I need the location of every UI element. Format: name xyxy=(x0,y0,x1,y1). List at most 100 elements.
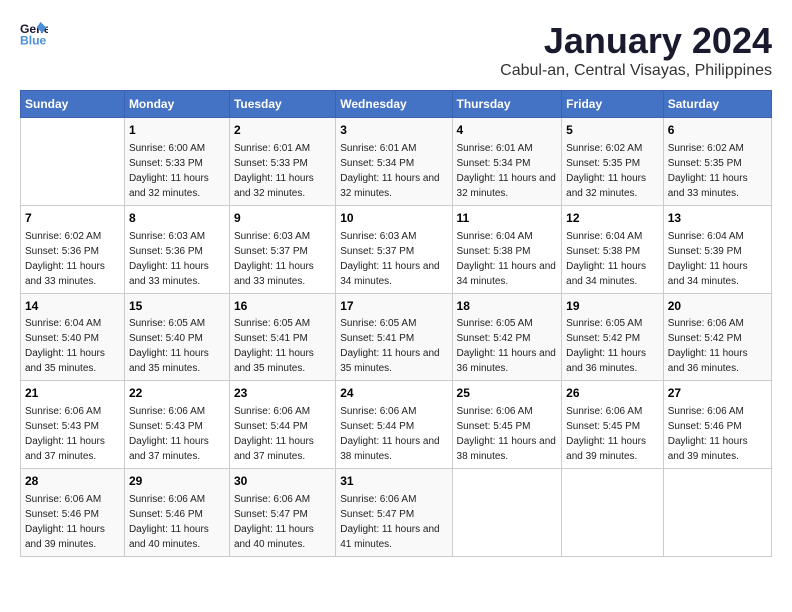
page-header: General Blue January 2024 Cabul-an, Cent… xyxy=(20,20,772,80)
day-number: 19 xyxy=(566,298,659,315)
sunset-time: Sunset: 5:44 PM xyxy=(234,419,331,434)
daylight-hours: Daylight: 11 hours and 36 minutes. xyxy=(668,346,767,376)
sunrise-time: Sunrise: 6:05 AM xyxy=(129,316,225,331)
page-title: January 2024 xyxy=(500,20,772,62)
sunset-time: Sunset: 5:46 PM xyxy=(25,507,120,522)
sunrise-time: Sunrise: 6:02 AM xyxy=(25,229,120,244)
calendar-day-cell: 18Sunrise: 6:05 AMSunset: 5:42 PMDayligh… xyxy=(452,293,562,381)
calendar-day-cell: 14Sunrise: 6:04 AMSunset: 5:40 PMDayligh… xyxy=(21,293,125,381)
day-info: Sunrise: 6:06 AMSunset: 5:46 PMDaylight:… xyxy=(25,492,120,552)
daylight-hours: Daylight: 11 hours and 33 minutes. xyxy=(25,259,120,289)
calendar-day-cell: 12 Sunrise: 6:04 AMSunset: 5:38 PMDayligh… xyxy=(562,205,664,293)
calendar-day-cell: 21 Sunrise: 6:06 AMSunset: 5:43 PMDayligh… xyxy=(21,381,125,469)
daylight-hours: Daylight: 11 hours and 39 minutes. xyxy=(566,434,659,464)
sunrise-time: Sunrise: 6:03 AM xyxy=(340,229,447,244)
day-number: 12 xyxy=(566,210,659,227)
day-info: Sunrise: 6:04 AMSunset: 5:38 PMDaylight:… xyxy=(566,229,659,289)
header-saturday: Saturday xyxy=(663,91,771,118)
day-info: Sunrise: 6:01 AMSunset: 5:33 PMDaylight:… xyxy=(234,141,331,201)
calendar-week-row: 21Sunrise: 6:06 AMSunset: 5:43 PMDayligh… xyxy=(21,381,772,469)
day-info: Sunrise: 6:01 AMSunset: 5:34 PMDaylight:… xyxy=(457,141,558,201)
sunset-time: Sunset: 5:37 PM xyxy=(340,244,447,259)
day-info: Sunrise: 6:02 AMSunset: 5:35 PMDaylight:… xyxy=(668,141,767,201)
calendar-day-cell: 1Sunrise: 6:00 AMSunset: 5:33 PMDaylight… xyxy=(124,118,229,206)
sunset-time: Sunset: 5:43 PM xyxy=(129,419,225,434)
day-info: Sunrise: 6:03 AMSunset: 5:37 PMDaylight:… xyxy=(234,229,331,289)
day-info: Sunrise: 6:02 AMSunset: 5:35 PMDaylight:… xyxy=(566,141,659,201)
sunrise-time: Sunrise: 6:04 AM xyxy=(457,229,558,244)
sunset-time: Sunset: 5:47 PM xyxy=(340,507,447,522)
sunrise-time: Sunrise: 6:02 AM xyxy=(668,141,767,156)
calendar-day-cell: 19Sunrise: 6:05 AMSunset: 5:42 PMDayligh… xyxy=(562,293,664,381)
day-number: 9 xyxy=(234,210,331,227)
day-info: Sunrise: 6:06 AMSunset: 5:43 PMDaylight:… xyxy=(25,404,120,464)
sunset-time: Sunset: 5:35 PM xyxy=(566,156,659,171)
day-number: 30 xyxy=(234,473,331,490)
sunset-time: Sunset: 5:39 PM xyxy=(668,244,767,259)
day-info: Sunrise: 6:06 AMSunset: 5:45 PMDaylight:… xyxy=(566,404,659,464)
day-number: 11 xyxy=(457,210,558,227)
day-number: 24 xyxy=(340,385,447,402)
sunset-time: Sunset: 5:41 PM xyxy=(340,331,447,346)
sunrise-time: Sunrise: 6:06 AM xyxy=(129,492,225,507)
day-number: 3 xyxy=(340,122,447,139)
calendar-day-cell xyxy=(452,469,562,557)
daylight-hours: Daylight: 11 hours and 37 minutes. xyxy=(234,434,331,464)
calendar-day-cell: 5Sunrise: 6:02 AMSunset: 5:35 PMDaylight… xyxy=(562,118,664,206)
sunrise-time: Sunrise: 6:06 AM xyxy=(25,404,120,419)
sunset-time: Sunset: 5:35 PM xyxy=(668,156,767,171)
sunset-time: Sunset: 5:47 PM xyxy=(234,507,331,522)
sunset-time: Sunset: 5:45 PM xyxy=(566,419,659,434)
calendar-day-cell: 30 Sunrise: 6:06 AMSunset: 5:47 PMDayligh… xyxy=(229,469,335,557)
sunrise-time: Sunrise: 6:03 AM xyxy=(129,229,225,244)
sunset-time: Sunset: 5:46 PM xyxy=(668,419,767,434)
header-sunday: Sunday xyxy=(21,91,125,118)
sunrise-time: Sunrise: 6:06 AM xyxy=(668,404,767,419)
calendar-day-cell: 16Sunrise: 6:05 AMSunset: 5:41 PMDayligh… xyxy=(229,293,335,381)
calendar-week-row: 14Sunrise: 6:04 AMSunset: 5:40 PMDayligh… xyxy=(21,293,772,381)
sunrise-time: Sunrise: 6:06 AM xyxy=(668,316,767,331)
day-info: Sunrise: 6:06 AMSunset: 5:47 PMDaylight:… xyxy=(234,492,331,552)
calendar-day-cell: 26Sunrise: 6:06 AMSunset: 5:45 PMDayligh… xyxy=(562,381,664,469)
sunset-time: Sunset: 5:33 PM xyxy=(234,156,331,171)
daylight-hours: Daylight: 11 hours and 32 minutes. xyxy=(457,171,558,201)
daylight-hours: Daylight: 11 hours and 32 minutes. xyxy=(566,171,659,201)
header-tuesday: Tuesday xyxy=(229,91,335,118)
daylight-hours: Daylight: 11 hours and 39 minutes. xyxy=(668,434,767,464)
day-number: 10 xyxy=(340,210,447,227)
calendar-day-cell: 13Sunrise: 6:04 AMSunset: 5:39 PMDayligh… xyxy=(663,205,771,293)
day-info: Sunrise: 6:04 AMSunset: 5:39 PMDaylight:… xyxy=(668,229,767,289)
header-monday: Monday xyxy=(124,91,229,118)
logo-icon: General Blue xyxy=(20,20,48,48)
day-info: Sunrise: 6:01 AMSunset: 5:34 PMDaylight:… xyxy=(340,141,447,201)
days-header-row: SundayMondayTuesdayWednesdayThursdayFrid… xyxy=(21,91,772,118)
day-number: 25 xyxy=(457,385,558,402)
day-info: Sunrise: 6:05 AMSunset: 5:40 PMDaylight:… xyxy=(129,316,225,376)
calendar-day-cell: 24Sunrise: 6:06 AMSunset: 5:44 PMDayligh… xyxy=(336,381,452,469)
day-info: Sunrise: 6:03 AMSunset: 5:37 PMDaylight:… xyxy=(340,229,447,289)
day-info: Sunrise: 6:06 AMSunset: 5:46 PMDaylight:… xyxy=(129,492,225,552)
day-number: 8 xyxy=(129,210,225,227)
daylight-hours: Daylight: 11 hours and 34 minutes. xyxy=(566,259,659,289)
sunrise-time: Sunrise: 6:03 AM xyxy=(234,229,331,244)
day-number: 22 xyxy=(129,385,225,402)
day-info: Sunrise: 6:05 AMSunset: 5:42 PMDaylight:… xyxy=(457,316,558,376)
sunrise-time: Sunrise: 6:06 AM xyxy=(457,404,558,419)
day-info: Sunrise: 6:06 AMSunset: 5:43 PMDaylight:… xyxy=(129,404,225,464)
daylight-hours: Daylight: 11 hours and 40 minutes. xyxy=(129,522,225,552)
sunrise-time: Sunrise: 6:06 AM xyxy=(234,492,331,507)
day-number: 14 xyxy=(25,298,120,315)
calendar-day-cell: 20Sunrise: 6:06 AMSunset: 5:42 PMDayligh… xyxy=(663,293,771,381)
calendar-day-cell: 9 Sunrise: 6:03 AMSunset: 5:37 PMDaylight… xyxy=(229,205,335,293)
sunrise-time: Sunrise: 6:00 AM xyxy=(129,141,225,156)
day-info: Sunrise: 6:03 AMSunset: 5:36 PMDaylight:… xyxy=(129,229,225,289)
calendar-day-cell: 27Sunrise: 6:06 AMSunset: 5:46 PMDayligh… xyxy=(663,381,771,469)
sunrise-time: Sunrise: 6:05 AM xyxy=(340,316,447,331)
sunset-time: Sunset: 5:38 PM xyxy=(566,244,659,259)
sunrise-time: Sunrise: 6:01 AM xyxy=(340,141,447,156)
day-number: 16 xyxy=(234,298,331,315)
sunset-time: Sunset: 5:33 PM xyxy=(129,156,225,171)
sunset-time: Sunset: 5:42 PM xyxy=(566,331,659,346)
calendar-day-cell: 11Sunrise: 6:04 AMSunset: 5:38 PMDayligh… xyxy=(452,205,562,293)
day-number: 21 xyxy=(25,385,120,402)
